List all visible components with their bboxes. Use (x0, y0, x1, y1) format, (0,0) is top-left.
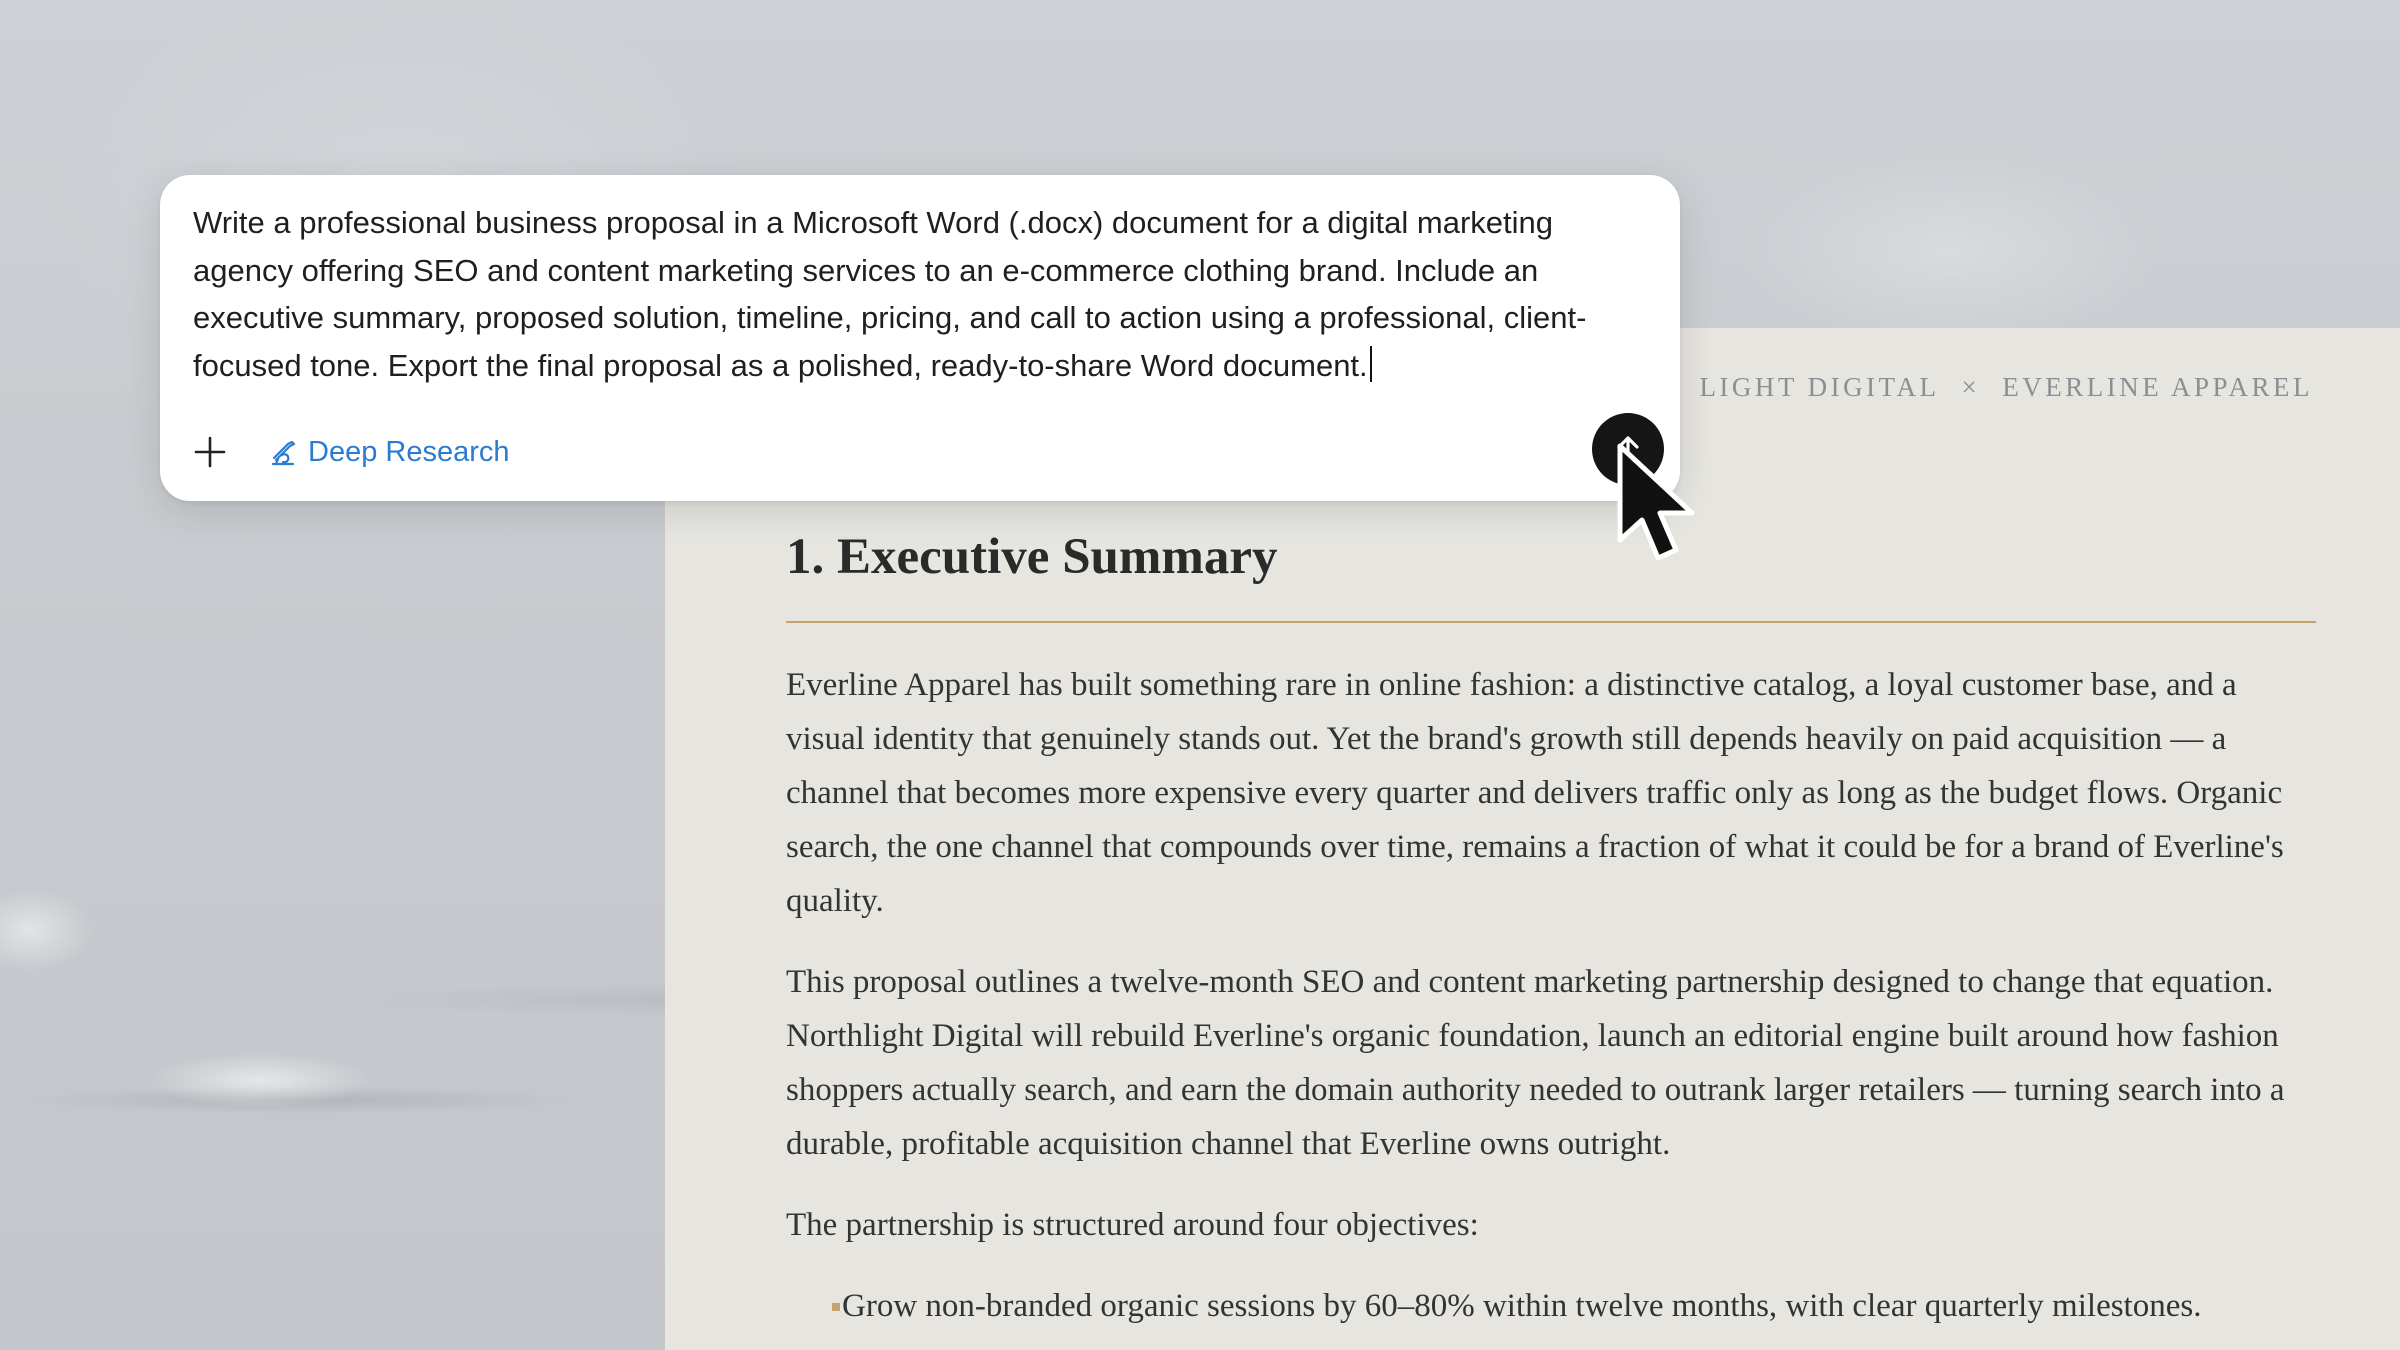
text-caret (1369, 345, 1372, 382)
add-attachment-button[interactable] (190, 432, 230, 472)
prompt-text: Write a professional business proposal i… (193, 205, 1587, 383)
bullet-marker (832, 1303, 840, 1311)
paragraph: The partnership is structured around fou… (786, 1207, 1479, 1243)
telescope-icon (271, 440, 296, 466)
deep-research-label: Deep Research (308, 435, 510, 468)
list-item: Grow non-branded organic sessions by 60–… (786, 1279, 2316, 1333)
mouse-pointer-icon (1617, 443, 1695, 561)
paragraph: This proposal outlines a twelve-month SE… (786, 964, 2285, 1162)
list-item-text: Grow non-branded organic sessions by 60–… (842, 1288, 2202, 1324)
prompt-input[interactable]: Write a professional business proposal i… (193, 199, 1653, 389)
document-header: LIGHT DIGITAL × EVERLINE APPAREL (1699, 372, 2313, 403)
plus-icon (194, 436, 226, 468)
prompt-composer: Write a professional business proposal i… (160, 175, 1680, 501)
paragraph: Everline Apparel has built something rar… (786, 667, 2284, 919)
section-title: 1. Executive Summary (786, 529, 1278, 585)
section-divider (786, 621, 2316, 623)
header-client: EVERLINE APPAREL (2002, 372, 2313, 402)
document-body: Everline Apparel has built something rar… (786, 658, 2316, 1333)
header-agency: LIGHT DIGITAL (1699, 372, 1940, 402)
deep-research-button[interactable]: Deep Research (268, 430, 510, 474)
header-separator: × (1961, 372, 1981, 402)
